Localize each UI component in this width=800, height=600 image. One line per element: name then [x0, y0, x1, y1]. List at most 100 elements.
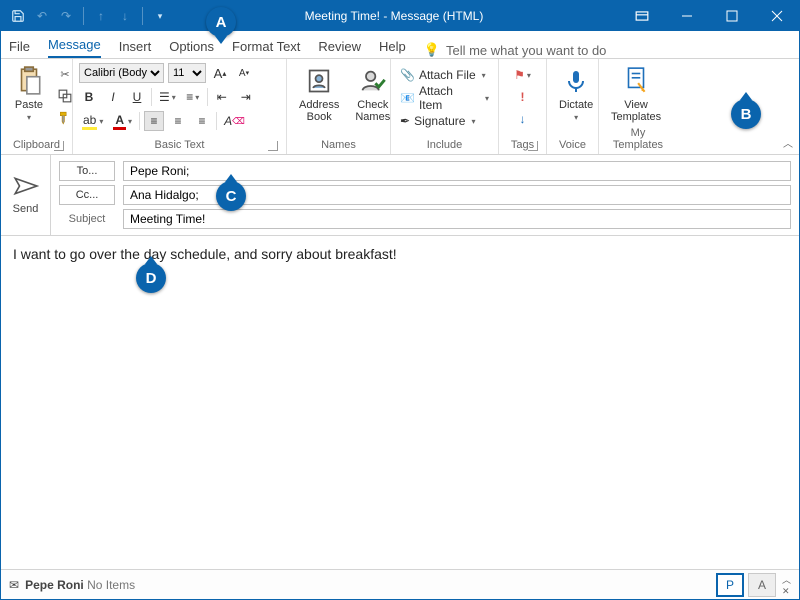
cut-icon[interactable]: ✂: [55, 65, 75, 83]
tab-insert[interactable]: Insert: [119, 39, 152, 58]
group-include-label: Include: [397, 137, 492, 154]
collapse-ribbon-icon[interactable]: ︿: [783, 135, 793, 150]
font-select[interactable]: Calibri (Body): [79, 63, 164, 83]
tab-review[interactable]: Review: [318, 39, 361, 58]
check-names-button[interactable]: Check Names: [349, 63, 396, 125]
group-names-label: Names: [293, 137, 384, 154]
microphone-icon: [560, 65, 592, 97]
grow-font-icon[interactable]: A▴: [210, 63, 230, 83]
group-tags-label: Tags: [505, 137, 540, 154]
follow-up-flag-icon[interactable]: ⚑: [511, 65, 534, 85]
group-templates-label: My Templates: [605, 125, 671, 154]
close-icon[interactable]: [754, 1, 799, 31]
attach-item-button[interactable]: 📧Attach Item: [397, 88, 492, 108]
italic-button[interactable]: I: [103, 87, 123, 107]
group-basic-text: Calibri (Body) 11 A▴ A▾ B I U ☰ ≡ ⇤ ⇥: [73, 59, 287, 154]
increase-indent-icon[interactable]: ⇥: [236, 87, 256, 107]
tab-file[interactable]: File: [9, 39, 30, 58]
bold-button[interactable]: B: [79, 87, 99, 107]
prev-icon[interactable]: ↑: [92, 7, 110, 25]
clipboard-launcher-icon[interactable]: [54, 141, 64, 151]
signature-button[interactable]: ✒Signature: [397, 111, 478, 131]
signature-icon: ✒: [400, 114, 410, 128]
minimize-icon[interactable]: [664, 1, 709, 31]
tell-me-label: Tell me what you want to do: [446, 43, 606, 58]
undo-icon[interactable]: ↶: [33, 7, 51, 25]
quick-access-toolbar: ↶ ↷ ↑ ↓ ▾: [1, 7, 169, 25]
view-templates-label: View Templates: [611, 99, 661, 123]
window-buttons: [619, 1, 799, 31]
redo-icon[interactable]: ↷: [57, 7, 75, 25]
group-basic-text-label: Basic Text: [79, 137, 280, 154]
close-pane-icon[interactable]: ✕: [782, 586, 791, 597]
low-importance-icon[interactable]: ↓: [513, 109, 533, 129]
address-book-icon: [303, 65, 335, 97]
callout-a: A: [206, 7, 236, 37]
attach-file-button[interactable]: 📎Attach File: [397, 65, 489, 85]
people-pane-p-button[interactable]: P: [716, 573, 744, 597]
underline-button[interactable]: U: [127, 87, 147, 107]
subject-field[interactable]: [123, 209, 791, 229]
next-icon[interactable]: ↓: [116, 7, 134, 25]
callout-c: C: [216, 181, 246, 211]
tell-me[interactable]: 💡 Tell me what you want to do: [424, 42, 607, 58]
status-bar: ✉ Pepe Roni No Items P A ︿ ✕: [1, 569, 799, 599]
format-painter-icon[interactable]: [55, 109, 75, 127]
copy-icon[interactable]: [55, 87, 75, 105]
font-color-icon[interactable]: A: [110, 111, 135, 131]
tab-help[interactable]: Help: [379, 39, 406, 58]
titlebar: ↶ ↷ ↑ ↓ ▾ Meeting Time! - Message (HTML): [1, 1, 799, 31]
view-templates-button[interactable]: View Templates: [605, 63, 667, 125]
check-names-label: Check Names: [355, 99, 390, 123]
compose-header: Send To... Cc... Subject: [1, 155, 799, 236]
lightbulb-icon: 💡: [424, 42, 440, 58]
ribbon: Paste ▾ ✂ Clipboard Calibri (Body) 11 A▴…: [1, 59, 799, 155]
expand-up-icon[interactable]: ︿: [782, 573, 791, 586]
save-icon[interactable]: [9, 7, 27, 25]
paste-icon: [13, 65, 45, 97]
align-left-icon[interactable]: ≡: [144, 111, 164, 131]
align-right-icon[interactable]: ≡: [192, 111, 212, 131]
message-body[interactable]: I want to go over the day schedule, and …: [1, 236, 799, 486]
tab-message[interactable]: Message: [48, 37, 101, 58]
group-voice-label: Voice: [553, 137, 592, 154]
dictate-button[interactable]: Dictate ▾: [553, 63, 599, 124]
highlight-icon[interactable]: ab: [79, 111, 106, 131]
qat-customize-icon[interactable]: ▾: [151, 7, 169, 25]
high-importance-icon[interactable]: !: [513, 87, 533, 107]
tab-format-text[interactable]: Format Text: [232, 39, 300, 58]
ribbon-display-icon[interactable]: [619, 1, 664, 31]
paste-button[interactable]: Paste ▾: [7, 63, 51, 124]
envelope-icon: ✉: [9, 578, 19, 592]
send-icon: [13, 176, 39, 199]
callout-b: B: [731, 99, 761, 129]
to-button[interactable]: To...: [59, 161, 115, 181]
send-button[interactable]: Send: [1, 155, 51, 235]
group-names: Address Book Check Names Names: [287, 59, 391, 154]
align-center-icon[interactable]: ≡: [168, 111, 188, 131]
group-include: 📎Attach File 📧Attach Item ✒Signature Inc…: [391, 59, 499, 154]
clear-formatting-icon[interactable]: A⌫: [221, 111, 248, 131]
address-book-button[interactable]: Address Book: [293, 63, 345, 125]
dictate-label: Dictate: [559, 99, 593, 111]
message-body-text: I want to go over the day schedule, and …: [13, 246, 397, 262]
tags-launcher-icon[interactable]: [528, 141, 538, 151]
paperclip-icon: 📎: [400, 68, 415, 82]
basic-text-launcher-icon[interactable]: [268, 141, 278, 151]
group-tags: ⚑ ! ↓ Tags: [499, 59, 547, 154]
bullets-icon[interactable]: ☰: [156, 87, 179, 107]
people-pane-a-button[interactable]: A: [748, 573, 776, 597]
font-size-select[interactable]: 11: [168, 63, 206, 83]
callout-d: D: [136, 263, 166, 293]
shrink-font-icon[interactable]: A▾: [234, 63, 254, 83]
attach-item-icon: 📧: [400, 91, 415, 105]
group-templates: View Templates My Templates: [599, 59, 677, 154]
address-book-label: Address Book: [299, 99, 339, 123]
tab-options[interactable]: Options: [169, 39, 214, 58]
numbering-icon[interactable]: ≡: [183, 87, 203, 107]
cc-button[interactable]: Cc...: [59, 185, 115, 205]
ribbon-tabs: File Message Insert Options Format Text …: [1, 31, 799, 59]
to-field[interactable]: [123, 161, 791, 181]
maximize-icon[interactable]: [709, 1, 754, 31]
decrease-indent-icon[interactable]: ⇤: [212, 87, 232, 107]
